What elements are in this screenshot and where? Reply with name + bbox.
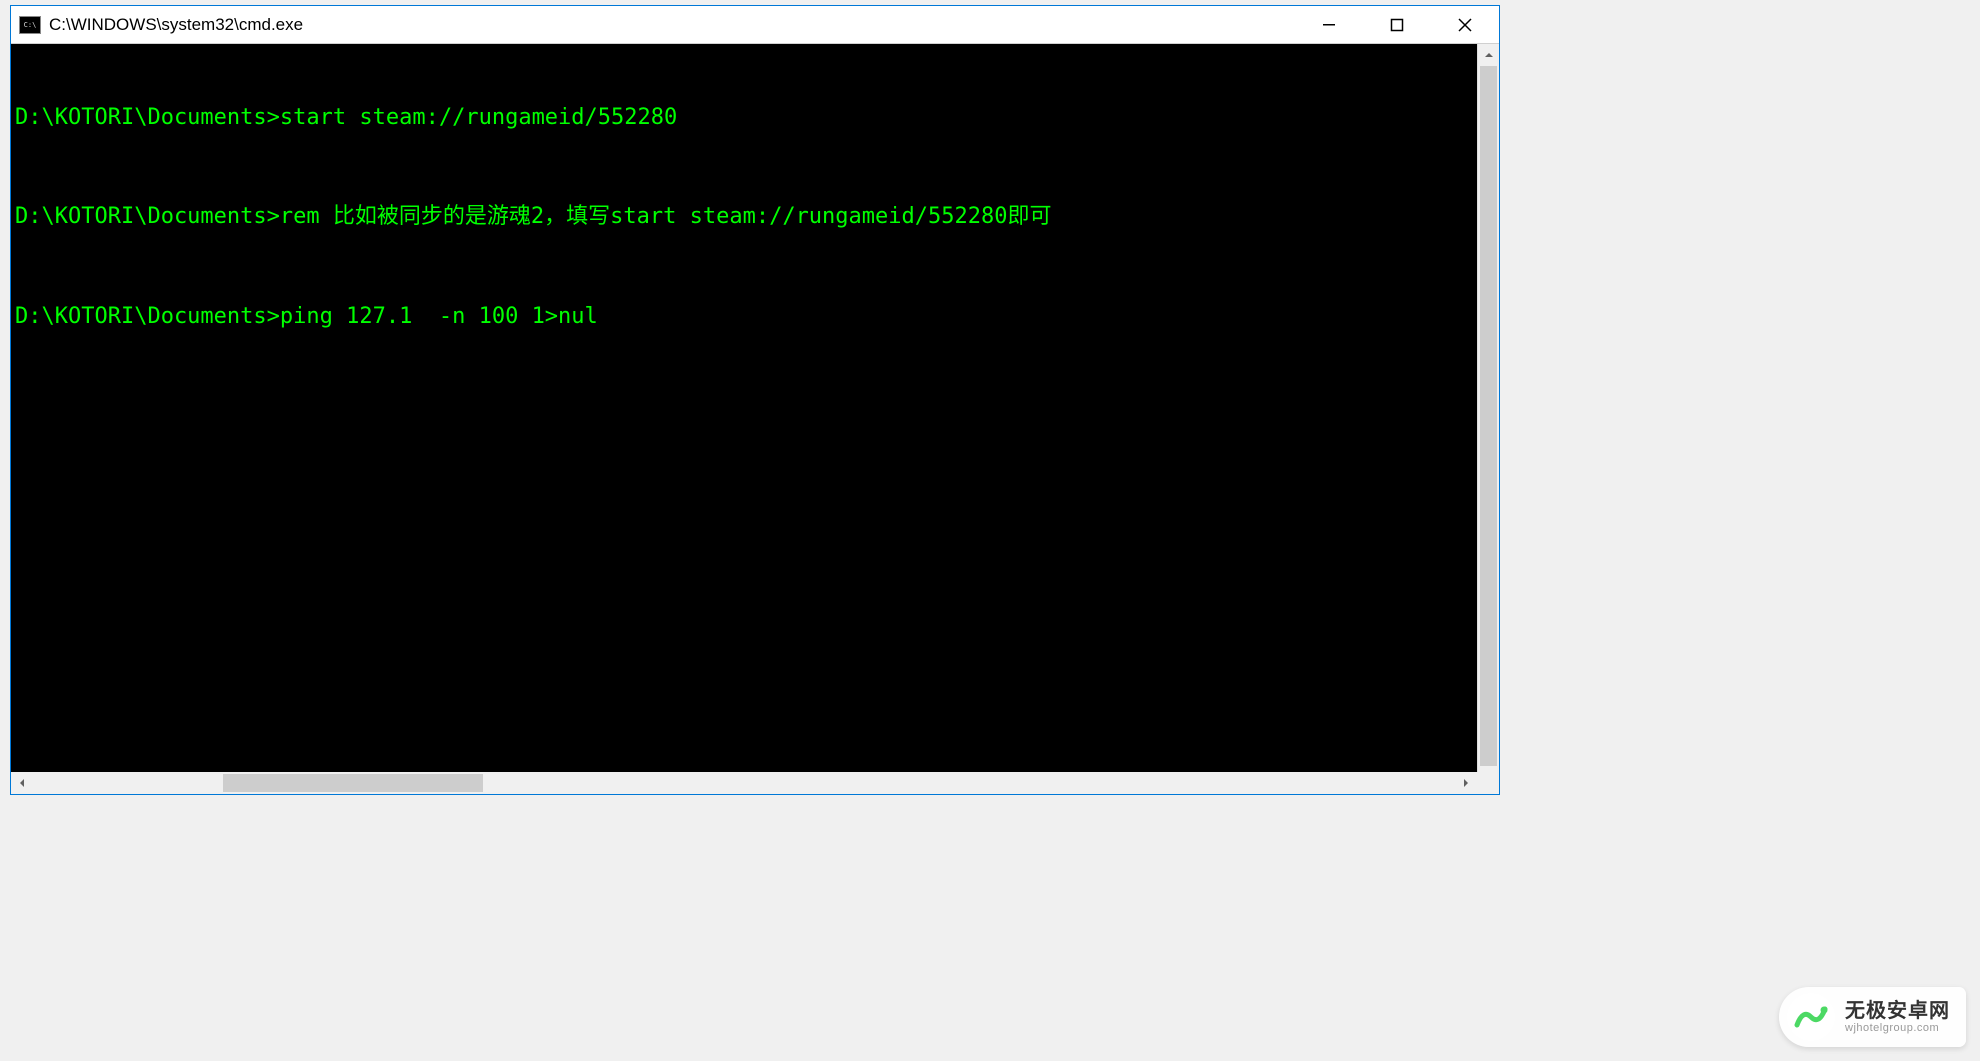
watermark: 无极安卓网 wjhotelgroup.com xyxy=(1779,987,1966,1047)
chevron-right-icon xyxy=(1461,778,1471,788)
close-icon xyxy=(1458,18,1472,32)
chevron-left-icon xyxy=(17,778,27,788)
scrollbar-horizontal[interactable] xyxy=(11,772,1477,794)
window-title: C:\WINDOWS\system32\cmd.exe xyxy=(49,15,1295,35)
minimize-icon xyxy=(1322,18,1336,32)
cmd-icon xyxy=(19,16,41,34)
terminal-line: D:\KOTORI\Documents>ping 127.1 -n 100 1>… xyxy=(15,304,1473,329)
scrollbar-thumb-vertical[interactable] xyxy=(1480,66,1497,766)
command: start steam://rungameid/552280 xyxy=(280,105,677,130)
prompt: D:\KOTORI\Documents> xyxy=(15,105,280,130)
maximize-icon xyxy=(1390,18,1404,32)
watermark-title: 无极安卓网 xyxy=(1845,1000,1950,1022)
maximize-button[interactable] xyxy=(1363,6,1431,43)
terminal-line: D:\KOTORI\Documents>rem 比如被同步的是游魂2，填写sta… xyxy=(15,204,1473,229)
chevron-up-icon xyxy=(1484,50,1494,60)
terminal-content[interactable]: D:\KOTORI\Documents>start steam://rungam… xyxy=(11,44,1477,794)
command: rem 比如被同步的是游魂2，填写start steam://rungameid… xyxy=(280,204,1052,229)
scrollbar-h-track[interactable] xyxy=(33,772,1455,794)
scroll-up-button[interactable] xyxy=(1478,44,1499,66)
minimize-button[interactable] xyxy=(1295,6,1363,43)
titlebar[interactable]: C:\WINDOWS\system32\cmd.exe xyxy=(11,6,1499,44)
scrollbar-vertical[interactable] xyxy=(1477,44,1499,794)
scrollbar-thumb-horizontal[interactable] xyxy=(223,774,483,792)
prompt: D:\KOTORI\Documents> xyxy=(15,304,280,329)
terminal-area[interactable]: D:\KOTORI\Documents>start steam://rungam… xyxy=(11,44,1499,794)
scroll-left-button[interactable] xyxy=(11,772,33,794)
command: ping 127.1 -n 100 1>nul xyxy=(280,304,598,329)
cmd-window: C:\WINDOWS\system32\cmd.exe D:\KOTORI\Do… xyxy=(10,5,1500,795)
watermark-url: wjhotelgroup.com xyxy=(1845,1022,1950,1034)
scrollbar-corner xyxy=(1477,772,1499,794)
logo-icon xyxy=(1793,999,1829,1035)
watermark-text: 无极安卓网 wjhotelgroup.com xyxy=(1845,1000,1950,1034)
window-controls xyxy=(1295,6,1499,43)
close-button[interactable] xyxy=(1431,6,1499,43)
scroll-right-button[interactable] xyxy=(1455,772,1477,794)
prompt: D:\KOTORI\Documents> xyxy=(15,204,280,229)
watermark-logo xyxy=(1787,993,1835,1041)
terminal-line: D:\KOTORI\Documents>start steam://rungam… xyxy=(15,105,1473,130)
